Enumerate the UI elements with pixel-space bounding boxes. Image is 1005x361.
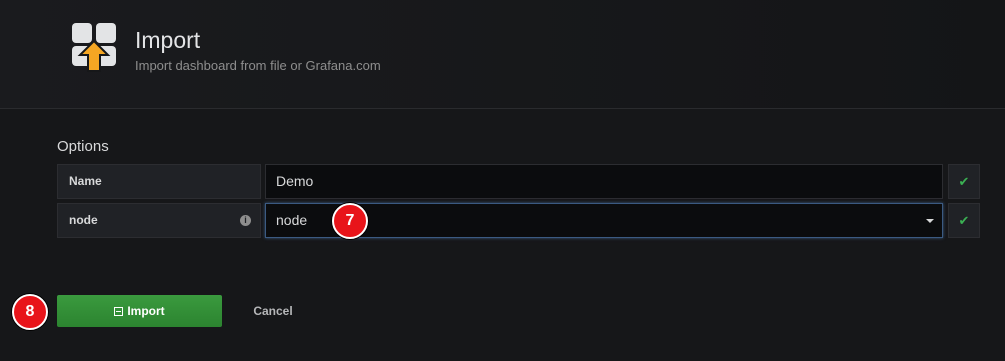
caret-down-icon (926, 219, 934, 223)
node-field-label: node i (57, 203, 261, 238)
check-icon: ✔ (948, 203, 980, 238)
check-icon: ✔ (948, 164, 980, 199)
name-input[interactable]: Demo (265, 164, 943, 199)
import-button[interactable]: Import (57, 295, 222, 327)
node-select-value: node (276, 212, 308, 228)
node-field-label-text: node (69, 213, 98, 227)
page-subtitle: Import dashboard from file or Grafana.co… (135, 58, 381, 73)
cancel-button[interactable]: Cancel (238, 295, 308, 327)
step-badge-8: 8 (12, 294, 48, 330)
page-title: Import (135, 27, 201, 53)
step-badge-7: 7 (332, 203, 368, 239)
name-field-label: Name (57, 164, 261, 199)
options-heading: Options (57, 138, 109, 155)
dashboard-import-icon (72, 23, 116, 72)
save-icon (114, 307, 124, 316)
info-icon[interactable]: i (240, 215, 251, 226)
import-button-label: Import (127, 304, 165, 318)
page-header: Import Import dashboard from file or Gra… (0, 0, 1005, 109)
